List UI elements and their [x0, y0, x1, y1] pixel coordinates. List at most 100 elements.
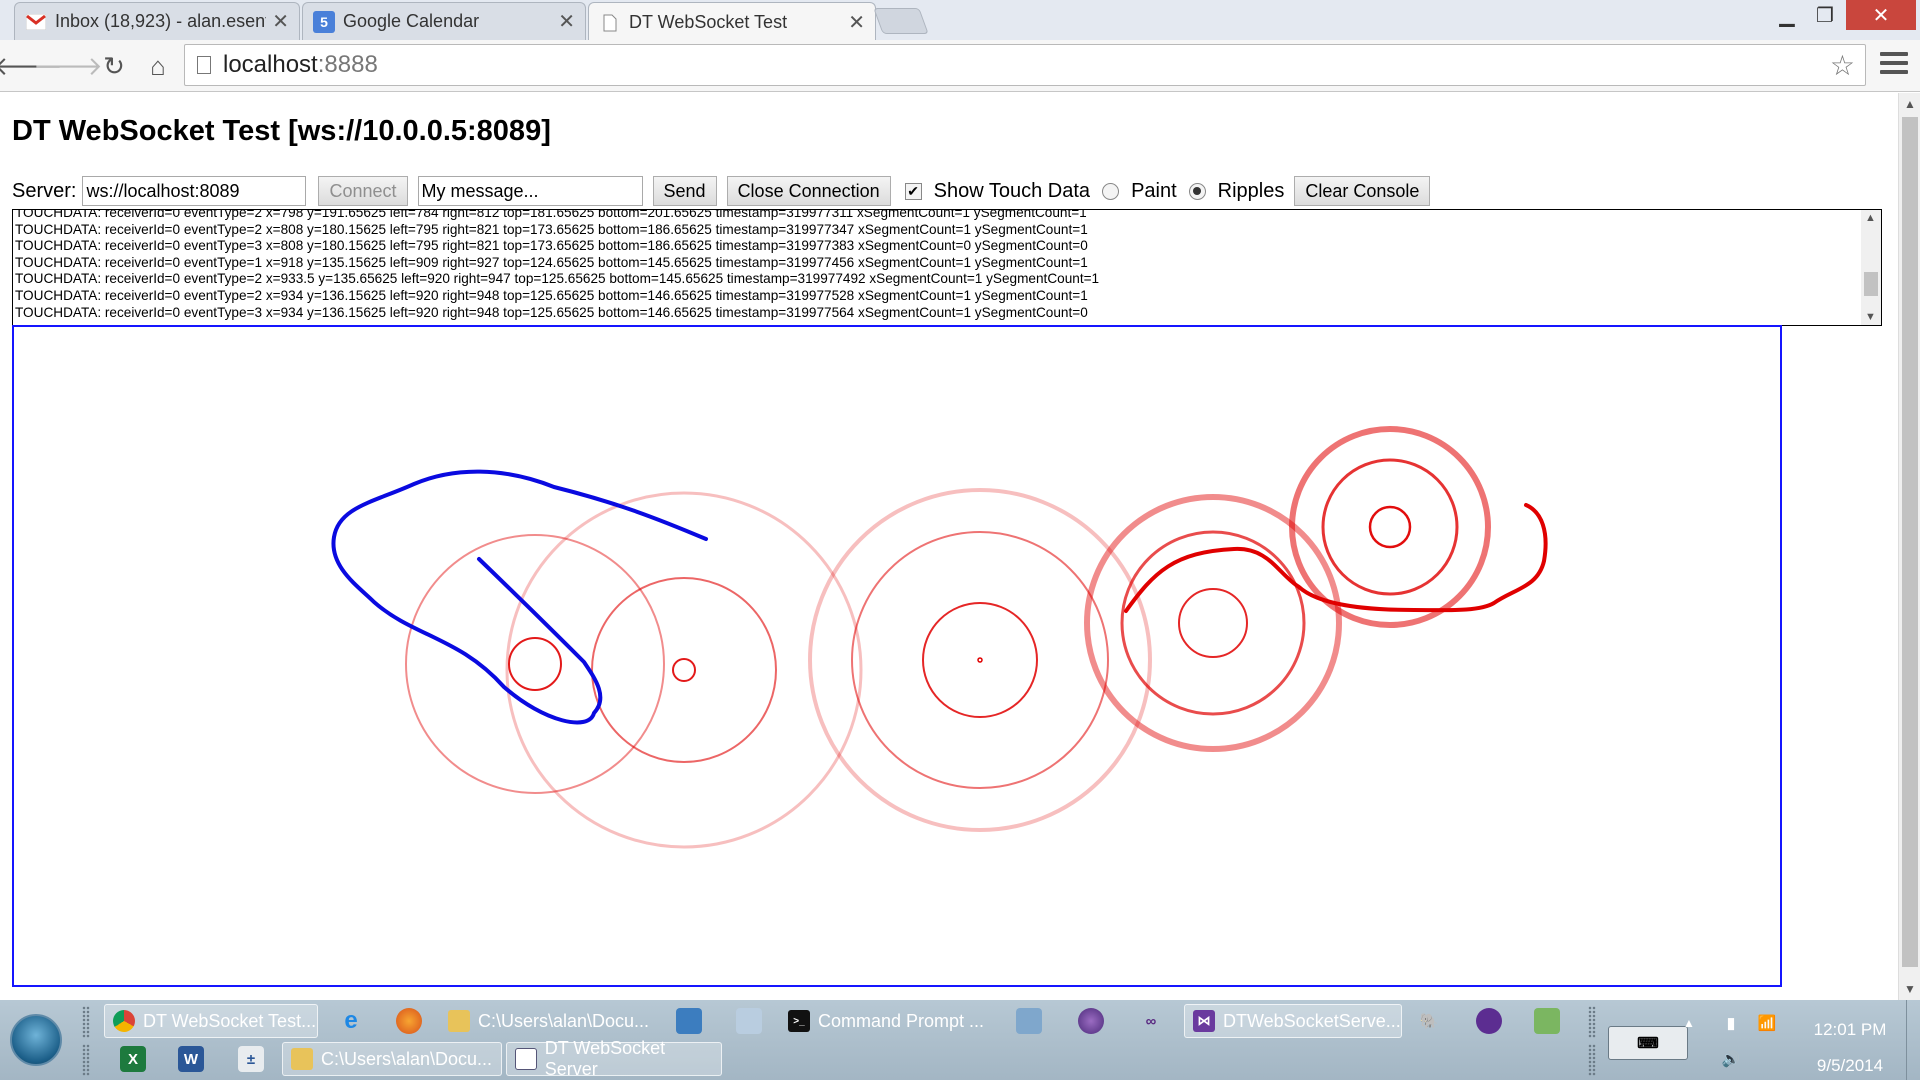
console-line: TOUCHDATA: receiverId=0 eventType=3 x=80… — [15, 238, 1088, 254]
taskbar-item-command-prompt[interactable]: >_ Command Prompt ... — [780, 1004, 1000, 1038]
menu-icon[interactable] — [1880, 52, 1908, 78]
clear-console-button[interactable]: Clear Console — [1294, 176, 1431, 206]
remote-desktop-icon[interactable] — [676, 1008, 702, 1034]
console-line: TOUCHDATA: receiverId=0 eventType=3 x=93… — [15, 304, 1088, 320]
send-button[interactable]: Send — [652, 176, 717, 206]
page-title: DT WebSocket Test [ws://10.0.0.5:8089] — [12, 115, 551, 147]
tab-close-icon[interactable]: ✕ — [272, 9, 289, 34]
address-bar[interactable]: localhost:8888 ☆ — [184, 44, 1866, 86]
postgres-icon[interactable]: 🐘 — [1416, 1008, 1442, 1034]
ripple-circle — [508, 637, 562, 691]
battery-icon[interactable]: ▮ — [1718, 1010, 1744, 1036]
scroll-up-icon[interactable]: ▲ — [1904, 97, 1916, 111]
console-line: TOUCHDATA: receiverId=0 eventType=2 x=79… — [15, 209, 1087, 220]
tab-close-icon[interactable]: ✕ — [848, 10, 865, 35]
ripple-circle — [1178, 588, 1248, 658]
ripple-circle — [672, 658, 696, 682]
console-line: TOUCHDATA: receiverId=0 eventType=1 x=91… — [15, 254, 1088, 270]
ripple-circle — [851, 531, 1109, 789]
start-button[interactable] — [10, 1014, 62, 1066]
taskbar-grip — [1588, 1006, 1596, 1038]
show-desktop-button[interactable] — [1906, 1000, 1920, 1080]
github-icon[interactable] — [1476, 1008, 1502, 1034]
scroll-down-icon[interactable]: ▼ — [1904, 982, 1916, 996]
drawing-canvas[interactable] — [12, 325, 1782, 987]
ripple-circle — [591, 577, 777, 763]
taskbar-grip — [1588, 1044, 1596, 1076]
ripple-circle — [1084, 494, 1342, 752]
calculator-icon[interactable]: ± — [238, 1046, 264, 1072]
console-lines: TOUCHDATA: receiverId=0 eventType=2 x=79… — [15, 209, 1100, 321]
bookmark-star-icon[interactable]: ☆ — [1830, 49, 1855, 82]
screen: Inbox (18,923) - alan.esent ✕ 5 Google C… — [0, 0, 1920, 1080]
system-clock[interactable]: 12:01 PM 9/5/2014 — [1800, 1012, 1900, 1080]
message-input[interactable] — [417, 176, 643, 206]
scroll-thumb[interactable] — [1902, 117, 1918, 967]
forward-icon[interactable]: 🡒 — [33, 50, 103, 82]
word-icon[interactable]: W — [178, 1046, 204, 1072]
tab-label: DT WebSocket Test — [629, 12, 788, 32]
reload-icon[interactable]: ↻ — [98, 50, 130, 82]
connect-button[interactable]: Connect — [318, 176, 408, 206]
ripples-radio[interactable] — [1188, 182, 1206, 200]
firefox-icon[interactable] — [396, 1008, 422, 1034]
page-scrollbar[interactable]: ▲ ▼ — [1898, 93, 1920, 1000]
tab-gmail[interactable]: Inbox (18,923) - alan.esent ✕ — [14, 2, 300, 40]
tab-label: Inbox (18,923) - alan.esent — [55, 11, 267, 31]
paint-label: Paint — [1131, 179, 1177, 202]
notepad-icon[interactable] — [736, 1008, 762, 1034]
ripple-circle — [1368, 505, 1412, 549]
cmd-icon: >_ — [788, 1010, 810, 1032]
clock-date: 9/5/2014 — [1816, 1056, 1884, 1075]
paint-icon[interactable] — [1534, 1008, 1560, 1034]
signal-icon[interactable]: 📶 — [1754, 1010, 1780, 1036]
taskbar-item-explorer[interactable]: C:\Users\alan\Docu... — [440, 1004, 660, 1038]
close-connection-button[interactable]: Close Connection — [726, 176, 891, 206]
excel-icon[interactable]: X — [120, 1046, 146, 1072]
ripples-label: Ripples — [1217, 179, 1285, 202]
gmail-icon — [25, 11, 47, 33]
ripple-circle — [922, 602, 1038, 718]
console-log[interactable]: TOUCHDATA: receiverId=0 eventType=2 x=79… — [12, 209, 1882, 326]
server-input[interactable] — [82, 176, 307, 206]
folder-icon — [291, 1048, 313, 1070]
virtualbox-icon[interactable] — [1016, 1008, 1042, 1034]
calendar-icon: 5 — [313, 10, 335, 33]
canvas-drawing — [331, 426, 1548, 849]
tab-calendar[interactable]: 5 Google Calendar ✕ — [302, 2, 586, 40]
eclipse-icon[interactable] — [1078, 1008, 1104, 1034]
close-window-icon[interactable]: ✕ — [1846, 0, 1916, 30]
tab-close-icon[interactable]: ✕ — [558, 9, 575, 34]
taskbar-grip — [82, 1044, 90, 1076]
browser-toolbar: 🡐 🡒 ↻ ⌂ localhost:8888 ☆ — [0, 40, 1920, 92]
console-scrollbar[interactable]: ▲ ▼ — [1861, 210, 1881, 325]
ripple-circle — [1289, 426, 1491, 628]
minimize-icon[interactable]: ▁ — [1770, 0, 1804, 30]
new-tab-button[interactable] — [873, 8, 929, 34]
taskbar-item-dt-websocket-server[interactable]: DT WebSocket Server — [506, 1038, 722, 1079]
internet-explorer-icon[interactable]: e — [338, 1007, 364, 1034]
infinity-icon[interactable]: ∞ — [1138, 1008, 1164, 1034]
taskbar-item-chrome[interactable]: DT WebSocket Test... — [104, 1004, 318, 1038]
paint-radio[interactable] — [1102, 182, 1120, 200]
home-icon[interactable]: ⌂ — [142, 50, 174, 82]
taskbar-item-explorer-2[interactable]: C:\Users\alan\Docu... — [282, 1042, 502, 1076]
console-line: TOUCHDATA: receiverId=0 eventType=2 x=93… — [15, 287, 1088, 303]
ripple-circle — [1120, 530, 1306, 716]
show-touch-data-checkbox[interactable]: ✔ — [904, 182, 922, 200]
console-line: TOUCHDATA: receiverId=0 eventType=2 x=93… — [15, 271, 1100, 287]
restore-icon[interactable]: ❐ — [1808, 0, 1842, 30]
page-icon — [599, 12, 621, 34]
tab-strip: Inbox (18,923) - alan.esent ✕ 5 Google C… — [0, 0, 1920, 42]
control-bar: Server: Connect Send Close Connection ✔ … — [12, 176, 1431, 206]
app-window-icon — [515, 1048, 537, 1070]
folder-icon — [448, 1010, 470, 1032]
tab-label: Google Calendar — [343, 11, 480, 31]
page-icon — [197, 56, 211, 74]
taskbar-item-visual-studio[interactable]: ⋈ DTWebSocketServe... — [1184, 1004, 1402, 1038]
show-hidden-icons-icon[interactable]: ▲ — [1676, 1010, 1702, 1036]
tab-dt-websocket-test[interactable]: DT WebSocket Test ✕ — [588, 2, 876, 42]
show-touch-data-label: Show Touch Data — [933, 179, 1091, 202]
volume-icon[interactable]: 🔊 — [1718, 1046, 1744, 1072]
console-line: TOUCHDATA: receiverId=0 eventType=2 x=80… — [15, 221, 1088, 237]
